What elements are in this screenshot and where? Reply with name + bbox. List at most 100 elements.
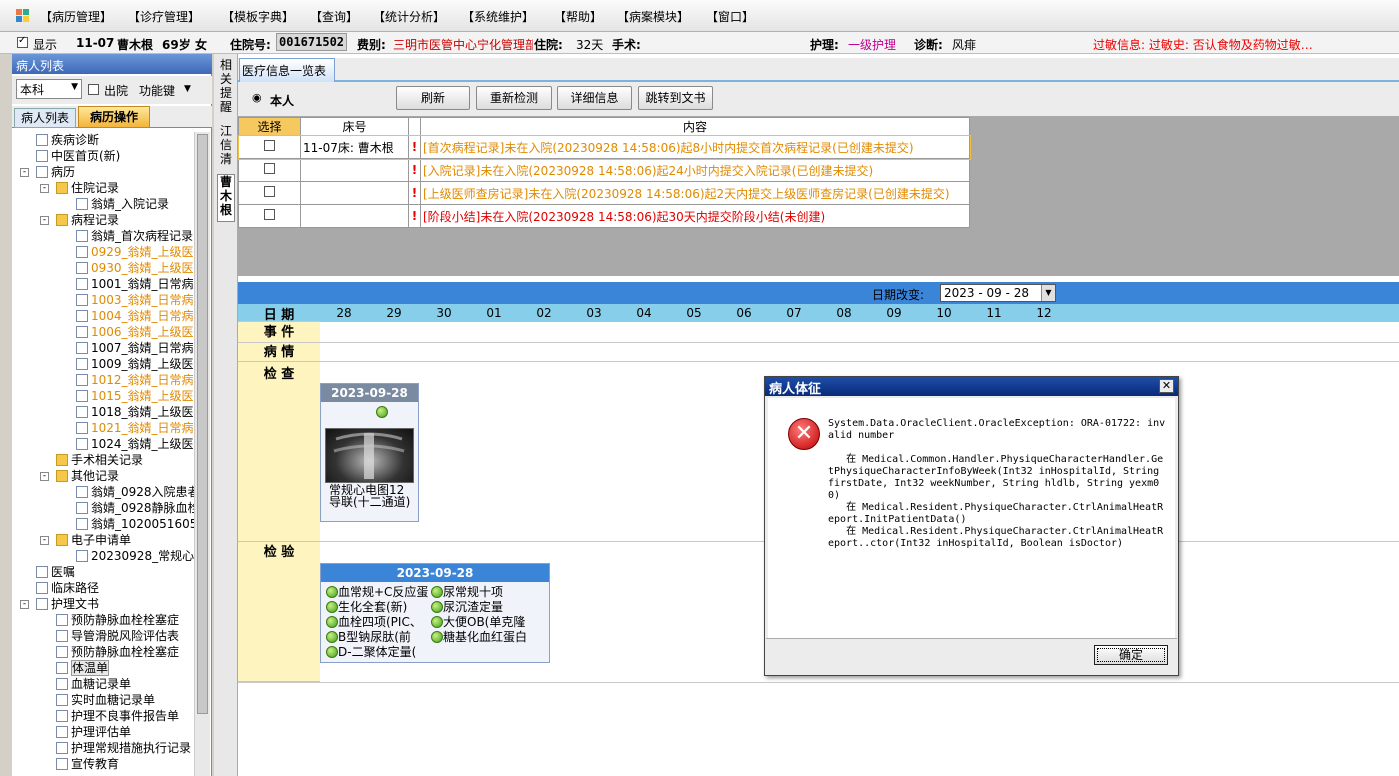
dept-select[interactable]: 本科 ▼	[16, 79, 82, 99]
tree-node[interactable]: 护理文书	[36, 596, 194, 612]
day-cell: 02	[536, 306, 552, 320]
lab-item[interactable]: 生化全套(新)	[326, 600, 430, 615]
menu-case-module[interactable]: 【病案模块】	[617, 8, 689, 25]
xray-thumbnail[interactable]	[325, 428, 414, 483]
tree-node[interactable]: 导管滑脱风险评估表	[56, 628, 194, 644]
tree-node[interactable]: 1004_翁婧_日常病	[76, 308, 194, 324]
tree-toggle-icon[interactable]: -	[40, 472, 49, 481]
row-checkbox[interactable]	[264, 186, 275, 197]
scrollbar-thumb[interactable]	[197, 134, 208, 714]
tree-node[interactable]: 临床路径	[36, 580, 194, 596]
side-tab-patient[interactable]: 曹木根	[217, 174, 235, 222]
tree-node[interactable]: 手术相关记录	[56, 452, 194, 468]
menu-template-dict[interactable]: 【模板字典】	[222, 8, 294, 25]
menu-help[interactable]: 【帮助】	[554, 8, 602, 25]
tree-node[interactable]: 1006_翁婧_上级医	[76, 324, 194, 340]
side-tab-jiang[interactable]: 江信清	[217, 124, 235, 170]
chevron-down-icon[interactable]: ▼	[1041, 285, 1055, 301]
tree-node[interactable]: 1012_翁婧_日常病	[76, 372, 194, 388]
table-row[interactable]: ! [阶段小结]未在入院(20230928 14:58:06)起30天内提交阶段小…	[238, 204, 970, 228]
tree-node[interactable]: 其他记录	[56, 468, 194, 484]
tree-node[interactable]: 翁婧_首次病程记录	[76, 228, 194, 244]
tree-node[interactable]: 电子申请单	[56, 532, 194, 548]
menu-window[interactable]: 【窗口】	[706, 8, 754, 25]
tree-node[interactable]: 1024_翁婧_上级医	[76, 436, 194, 452]
tree-node[interactable]: 翁婧_0928入院患者	[76, 484, 194, 500]
doc-icon	[36, 150, 48, 162]
tab-medical-overview[interactable]: 医疗信息一览表	[239, 58, 335, 82]
tree-node[interactable]: 20230928_常规心电	[76, 548, 194, 564]
details-button[interactable]: 详细信息	[557, 86, 632, 110]
table-row[interactable]: ! [入院记录]未在入院(20230928 14:58:06)起24小时内提交入院…	[238, 158, 970, 182]
tree-toggle-icon[interactable]: -	[40, 184, 49, 193]
lab-item[interactable]: 糖基化血红蛋白	[431, 630, 549, 645]
tree-node[interactable]: 住院记录	[56, 180, 194, 196]
tree-node[interactable]: 1003_翁婧_日常病	[76, 292, 194, 308]
table-row[interactable]: 11-07床: 曹木根! [首次病程记录]未在入院(20230928 14:58:…	[237, 134, 971, 160]
tree-node[interactable]: 预防静脉血栓栓塞症	[56, 644, 194, 660]
tree-node[interactable]: 0929_翁婧_上级医	[76, 244, 194, 260]
tree-node[interactable]: 中医首页(新)	[36, 148, 194, 164]
tree-node[interactable]: 翁婧_入院记录	[76, 196, 194, 212]
date-picker[interactable]: 2023 - 09 - 28 ▼	[940, 284, 1056, 302]
tree-node[interactable]: 预防静脉血栓栓塞症	[56, 612, 194, 628]
tab-record-ops[interactable]: 病历操作	[78, 106, 150, 128]
tree-node[interactable]: 护理常规措施执行记录	[56, 740, 194, 756]
lab-item[interactable]: B型钠尿肽(前	[326, 630, 430, 645]
tree-scrollbar[interactable]	[194, 132, 210, 776]
row-checkbox[interactable]	[264, 209, 275, 220]
discharged-checkbox[interactable]	[88, 84, 99, 95]
tree-node[interactable]: 翁婧_102005160510	[76, 516, 194, 532]
tree-node[interactable]: 疾病诊断	[36, 132, 194, 148]
lab-item[interactable]: 大便OB(单克隆	[431, 615, 549, 630]
tree-toggle-icon[interactable]: -	[20, 600, 29, 609]
tree-node[interactable]: 0930_翁婧_上级医	[76, 260, 194, 276]
tree-toggle-icon[interactable]: -	[40, 536, 49, 545]
lab-item[interactable]: 尿常规十项	[431, 585, 549, 600]
row-checkbox[interactable]	[264, 140, 275, 151]
tab-patient-list[interactable]: 病人列表	[14, 108, 76, 128]
tree-node[interactable]: 1009_翁婧_上级医	[76, 356, 194, 372]
jump-to-document-button[interactable]: 跳转到文书	[638, 86, 713, 110]
status-dot-icon	[431, 631, 443, 643]
radio-self-icon[interactable]: ◉	[252, 91, 262, 104]
tree-node[interactable]: 1018_翁婧_上级医	[76, 404, 194, 420]
menu-record-mgmt[interactable]: 【病历管理】	[40, 8, 112, 25]
tree-node[interactable]: 实时血糖记录单	[56, 692, 194, 708]
lab-item[interactable]: 血常规+C反应蛋	[326, 585, 430, 600]
menu-diagnosis-mgmt[interactable]: 【诊疗管理】	[128, 8, 200, 25]
tree-node[interactable]: 1007_翁婧_日常病	[76, 340, 194, 356]
tree-node[interactable]: 1021_翁婧_日常病	[76, 420, 194, 436]
tree-node[interactable]: 血糖记录单	[56, 676, 194, 692]
menu-system-maintenance[interactable]: 【系统维护】	[462, 8, 534, 25]
close-icon[interactable]: ✕	[1159, 379, 1174, 393]
app-icon[interactable]	[16, 9, 30, 22]
tree-node[interactable]: 医嘱	[36, 564, 194, 580]
tree-node[interactable]: 护理评估单	[56, 724, 194, 740]
lab-item[interactable]: 血栓四项(PIC、	[326, 615, 430, 630]
tree-node[interactable]: 1015_翁婧_上级医	[76, 388, 194, 404]
recheck-button[interactable]: 重新检测	[476, 86, 552, 110]
refresh-button[interactable]: 刷新	[396, 86, 470, 110]
tree-node[interactable]: 病程记录	[56, 212, 194, 228]
function-key-button[interactable]: 功能键	[139, 82, 175, 99]
lab-card[interactable]: 2023-09-28 血常规+C反应蛋 生化全套(新) 血栓四项(PIC、 B型钠尿肽…	[320, 563, 550, 663]
tree-node[interactable]: 宣传教育	[56, 756, 194, 772]
tree-toggle-icon[interactable]: -	[40, 216, 49, 225]
side-tab-reminders[interactable]: 相关提醒	[217, 58, 235, 120]
tree-node[interactable]: 护理不良事件报告单	[56, 708, 194, 724]
tree-node[interactable]: 病历	[36, 164, 194, 180]
tree-node[interactable]: 体温单	[56, 660, 194, 676]
table-row[interactable]: ! [上级医师查房记录]未在入院(20230928 14:58:06)起2天内提交…	[238, 181, 970, 205]
tree-node[interactable]: 翁婧_0928静脉血栓	[76, 500, 194, 516]
tree-node[interactable]: 1001_翁婧_日常病	[76, 276, 194, 292]
exam-card[interactable]: 2023-09-28 常规心电图12导联(十二通道)	[320, 383, 419, 522]
row-checkbox[interactable]	[264, 163, 275, 174]
tree-toggle-icon[interactable]: -	[20, 168, 29, 177]
show-checkbox[interactable]	[17, 35, 28, 48]
lab-item[interactable]: D-二聚体定量(	[326, 645, 430, 660]
menu-query[interactable]: 【查询】	[310, 8, 358, 25]
lab-item[interactable]: 尿沉渣定量	[431, 600, 549, 615]
ok-button[interactable]: 确定	[1094, 645, 1168, 665]
menu-statistics[interactable]: 【统计分析】	[373, 8, 445, 25]
